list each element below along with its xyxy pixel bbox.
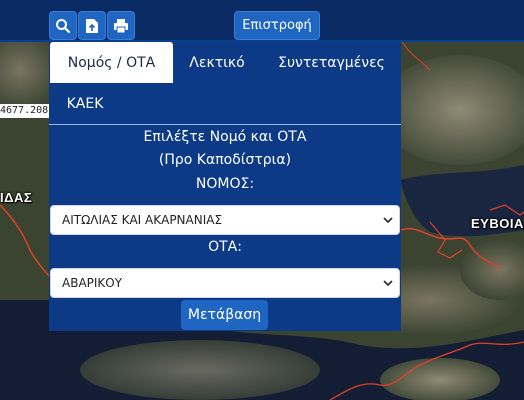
ota-selected-value: ΑΒΑΡΙΚΟΥ (62, 276, 123, 290)
search-icon (56, 18, 71, 33)
print-button[interactable] (107, 11, 135, 40)
go-button[interactable]: Μετάβαση (181, 300, 268, 330)
tab-divider (49, 124, 401, 125)
chevron-down-icon (383, 217, 393, 224)
nomos-select[interactable]: ΑΙΤΩΛΙΑΣ ΚΑΙ ΑΚΑΡΝΑΝΙΑΣ (50, 205, 400, 235)
tab-nomos-ota[interactable]: Νομός / ΟΤΑ (50, 42, 173, 83)
tab-lektiko[interactable]: Λεκτικό (176, 42, 258, 83)
nomos-selected-value: ΑΙΤΩΛΙΑΣ ΚΑΙ ΑΚΑΡΝΑΝΙΑΣ (62, 213, 223, 227)
nomos-label: ΝΟΜΟΣ: (195, 176, 255, 192)
search-button[interactable] (49, 11, 77, 40)
instruction-text: Επιλέξτε Νομό και ΟΤΑ (143, 129, 307, 145)
file-upload-icon (86, 18, 98, 33)
printer-icon (114, 18, 128, 33)
ota-select[interactable]: ΑΒΑΡΙΚΟΥ (50, 268, 400, 298)
chevron-down-icon (383, 280, 393, 287)
back-button[interactable]: Επιστροφή (234, 11, 320, 40)
upload-file-button[interactable] (78, 11, 106, 40)
instruction-subtext: (Προ Καποδίστρια) (158, 152, 292, 168)
coordinate-readout: 4677.208 (0, 104, 52, 118)
top-toolbar: Επιστροφή (0, 0, 524, 42)
location-search-panel: Νομός / ΟΤΑ Λεκτικό Συντεταγμένες ΚΑΕΚ Ε… (49, 42, 401, 331)
map-label-evia: ΕΥΒΟΙΑ (471, 216, 524, 231)
tab-syntetagmenes[interactable]: Συντεταγμένες (264, 42, 399, 83)
ota-label: ΟΤΑ: (208, 239, 242, 255)
tab-kaek[interactable]: ΚΑΕΚ (50, 83, 120, 124)
map-label-region: ΙΔΑΣ (0, 190, 33, 205)
